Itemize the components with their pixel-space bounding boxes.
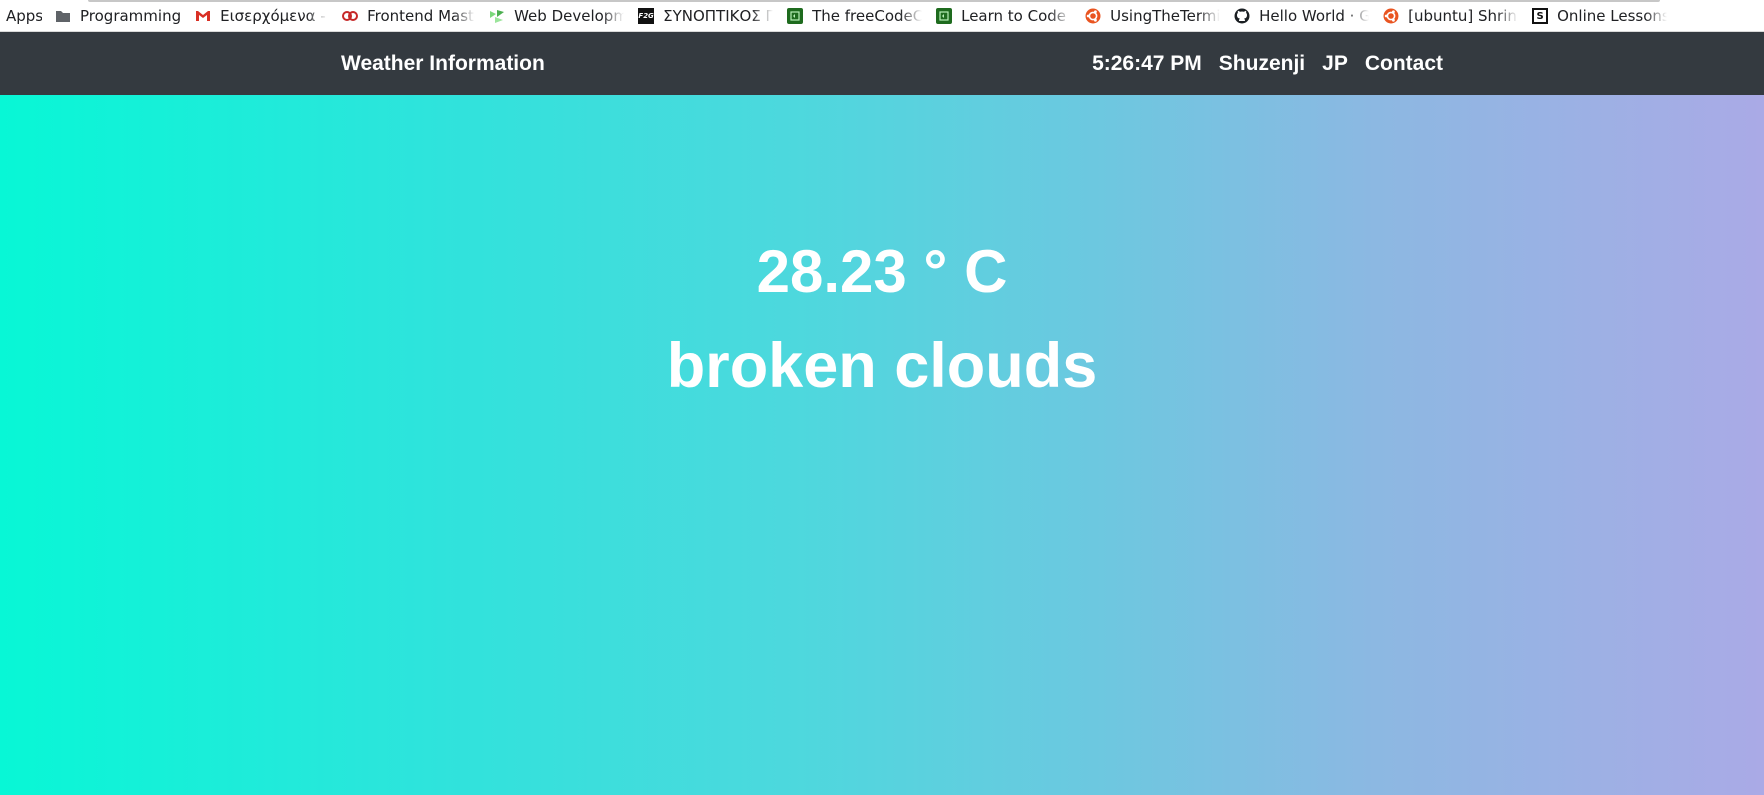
bookmark-label: Hello World · Git — [1259, 7, 1370, 25]
contact-link[interactable]: Contact — [1365, 52, 1443, 76]
frontend-masters-icon — [342, 8, 359, 24]
bookmark-label: Frontend Maste — [367, 7, 476, 25]
bookmark-online-lessons[interactable]: S Online Lessons — [1532, 0, 1668, 31]
gmail-icon — [195, 8, 211, 24]
current-time: 5:26:47 PM — [1092, 51, 1202, 75]
bookmark-f2g[interactable]: F2G ΣΥΝΟΠΤΙΚΟΣ ΠΙ — [638, 0, 774, 31]
freecodecamp-icon — [936, 8, 953, 24]
bookmark-frontend-masters[interactable]: Frontend Maste — [342, 0, 476, 31]
bookmark-label: Web Developme — [514, 7, 624, 25]
bookmark-label: Εισερχόμενα - d — [220, 7, 329, 25]
ubuntu-icon — [1383, 8, 1399, 24]
folder-icon — [55, 8, 71, 24]
bookmark-label: UsingTheTermin — [1110, 7, 1221, 25]
bookmark-label: The freeCodeCa — [812, 7, 923, 25]
bookmarks-bar: Apps Programming Εισερχόμενα - d Fronten… — [0, 0, 1764, 32]
bookmark-label: [ubuntu] Shrink — [1408, 7, 1519, 25]
green-flag-icon — [489, 8, 505, 24]
bookmark-programming[interactable]: Programming — [55, 0, 182, 31]
ubuntu-icon — [1085, 8, 1101, 24]
bookmark-label: Apps — [6, 7, 42, 25]
bookmark-label: ΣΥΝΟΠΤΙΚΟΣ ΠΙ — [663, 7, 774, 25]
freecodecamp-icon — [787, 8, 804, 24]
navbar: Weather Information 5:26:47 PM Shuzenji … — [0, 32, 1764, 95]
weather-panel: 28.23 ° C broken clouds — [0, 95, 1764, 795]
bookmark-apps[interactable]: Apps — [6, 0, 42, 31]
bookmark-learn-to-code[interactable]: Learn to Code ar — [936, 0, 1071, 31]
github-icon — [1234, 8, 1250, 24]
bookmark-label: Learn to Code ar — [961, 7, 1071, 25]
bookmark-freecodecamp[interactable]: The freeCodeCa — [787, 0, 923, 31]
bookmark-ubuntu-shrink[interactable]: [ubuntu] Shrink — [1383, 0, 1519, 31]
brand-title[interactable]: Weather Information — [341, 32, 545, 95]
bookmark-web-development[interactable]: Web Developme — [489, 0, 624, 31]
temperature: 28.23 ° C — [756, 238, 1008, 305]
weather-description: broken clouds — [666, 331, 1098, 401]
s-logo-icon: S — [1532, 8, 1549, 24]
bookmark-label: Online Lessons — [1557, 7, 1668, 25]
bookmark-using-the-terminal[interactable]: UsingTheTermin — [1085, 0, 1221, 31]
bookmark-label: Programming — [80, 7, 182, 25]
f2g-icon: F2G — [638, 8, 655, 24]
bookmark-gmail[interactable]: Εισερχόμενα - d — [195, 0, 329, 31]
navbar-right: 5:26:47 PM Shuzenji JP Contact — [1092, 32, 1443, 95]
country-code: JP — [1322, 51, 1348, 75]
bookmark-hello-world-github[interactable]: Hello World · Git — [1234, 0, 1370, 31]
city-name: Shuzenji — [1218, 51, 1306, 75]
